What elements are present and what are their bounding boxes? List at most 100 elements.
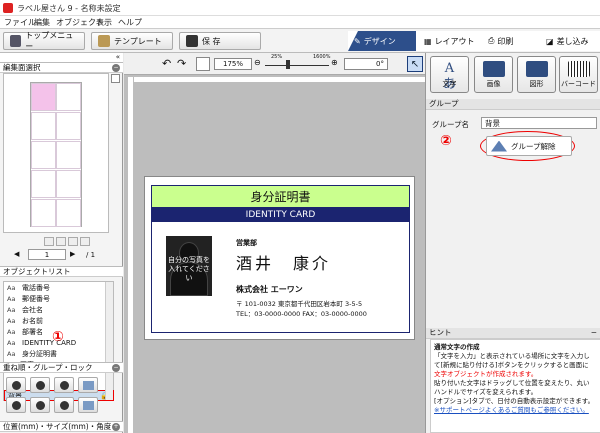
unlock-button[interactable]	[54, 397, 74, 413]
label-cell[interactable]	[31, 170, 56, 198]
canvas-area[interactable]: ↶ ↷ 175% ⊖ 25% 1600% ⊕ 0° ↖ 身分証明書 IDENTI…	[124, 53, 425, 433]
ungroup-icon	[83, 401, 94, 410]
page-thumbnail[interactable]	[30, 82, 82, 227]
send-backward-button[interactable]	[30, 397, 50, 413]
shape-button[interactable]: 図形	[517, 56, 556, 93]
list-item[interactable]: Aa お名前	[4, 316, 114, 327]
nav-last-icon[interactable]	[80, 237, 90, 246]
hint-line: [オプション]タブで、日付の自動表示設定ができます。	[434, 397, 595, 405]
menu-edit[interactable]: 編集	[34, 17, 50, 28]
zoom-thumbnail-icon[interactable]	[111, 74, 120, 83]
zoom-slider-thumb[interactable]	[286, 60, 290, 69]
ungroup-button[interactable]: グループ解除	[486, 136, 572, 156]
template-button[interactable]: テンプレート	[91, 32, 173, 50]
down-circle-icon	[36, 401, 45, 410]
ungroup-label: グループ解除	[511, 141, 556, 151]
pointer-tool-icon[interactable]: ↖	[407, 56, 423, 72]
save-icon	[186, 35, 198, 47]
rotation-select[interactable]: 0°	[344, 58, 388, 70]
collapse-icon[interactable]: −	[591, 328, 597, 338]
zoom-slider[interactable]	[265, 65, 329, 66]
hint-support-link[interactable]: ※サポートページよくあるご質問もご参照ください。	[434, 406, 597, 415]
lock-button[interactable]	[54, 377, 74, 393]
image-icon	[482, 61, 505, 77]
label-cell[interactable]	[56, 170, 81, 198]
barcode-icon	[567, 61, 590, 77]
save-button[interactable]: 保 存	[179, 32, 261, 50]
image-button[interactable]: 画像	[474, 56, 513, 93]
label-cell[interactable]	[31, 83, 56, 111]
title-bar: ラベル屋さん 9 - 名称未設定	[0, 0, 600, 16]
phone-fax[interactable]: TEL：03-0000-0000 FAX：03-0000-0000	[236, 308, 367, 318]
page-thumbnail-area[interactable]	[3, 73, 109, 233]
list-item[interactable]: Aa 会社名	[4, 305, 114, 316]
thumbnail-nav	[0, 237, 123, 249]
zoom-out-icon[interactable]: ⊖	[254, 58, 261, 67]
collapse-icon[interactable]: −	[112, 364, 120, 372]
list-item[interactable]: Aa 身分証明書	[4, 349, 114, 360]
text-button[interactable]: Aあ 文字	[430, 56, 469, 93]
nav-prev-icon[interactable]	[56, 237, 66, 246]
person-name[interactable]: 酒井 康介	[236, 250, 331, 274]
zoom-in-icon[interactable]: ⊕	[331, 58, 338, 67]
menu-file[interactable]: ファイル	[4, 17, 36, 28]
label-cell[interactable]	[56, 112, 81, 140]
menu-help[interactable]: ヘルプ	[118, 17, 142, 28]
card-title[interactable]: 身分証明書	[152, 186, 409, 208]
bring-forward-button[interactable]	[30, 377, 50, 393]
page-prev-icon[interactable]: ◀	[14, 250, 19, 258]
collapse-icon[interactable]: −	[112, 64, 120, 72]
tab-layout[interactable]: ▦ レイアウト	[418, 31, 480, 51]
bring-front-button[interactable]	[6, 377, 26, 393]
tab-merge[interactable]: ◪ 差し込み	[540, 31, 600, 51]
list-item[interactable]: Aa 郵便番号	[4, 294, 114, 305]
text-object-icon: Aa	[7, 317, 16, 325]
hint-panel: 通常文字の作成 「文字を入力」と表示されている場所に文字を入力し て[新規に貼り…	[430, 339, 600, 433]
label-cell[interactable]	[31, 112, 56, 140]
fit-icon[interactable]	[196, 57, 210, 71]
tab-print-label: 印刷	[497, 36, 514, 46]
list-item-label: 部署名	[22, 328, 43, 336]
label-cell[interactable]	[31, 141, 56, 169]
nav-first-icon[interactable]	[44, 237, 54, 246]
barcode-button[interactable]: バーコード	[559, 56, 598, 93]
left-panel-top: «	[0, 53, 123, 62]
text-object-icon: Aa	[7, 306, 16, 314]
label-cell[interactable]	[56, 199, 81, 227]
hint-header: ヒント −	[426, 328, 600, 339]
merge-icon: ◪	[546, 36, 554, 46]
page-number-field[interactable]: 1	[28, 249, 66, 260]
tab-design[interactable]: ✎ デザイン	[348, 31, 416, 51]
ungroup-small-button[interactable]	[78, 397, 98, 413]
group-name-input[interactable]: 背景	[481, 117, 597, 129]
collapse-left-icon[interactable]: «	[116, 53, 120, 61]
photo-placeholder[interactable]: 自分の写真を 入れてください	[166, 236, 212, 296]
nav-next-icon[interactable]	[68, 237, 78, 246]
department[interactable]: 営業部	[236, 238, 257, 248]
top-menu-button[interactable]: トップメニュー	[3, 31, 85, 51]
redo-icon[interactable]: ↷	[177, 57, 186, 70]
undo-icon[interactable]: ↶	[162, 57, 171, 70]
label-cell[interactable]	[56, 83, 81, 111]
zoom-select[interactable]: 175%	[214, 58, 252, 70]
main-toolbar: トップメニュー テンプレート 保 存 ✎ デザイン ▦ レイアウト ⎙ 印刷 ◪…	[0, 29, 600, 53]
id-card-label[interactable]: 身分証明書 IDENTITY CARD 自分の写真を 入れてください 営業部 酒…	[144, 176, 415, 340]
company-name[interactable]: 株式会社 エーワン	[236, 284, 303, 295]
expand-icon[interactable]: +	[112, 423, 120, 431]
page-next-icon[interactable]: ▶	[70, 250, 75, 258]
group-button[interactable]	[78, 377, 98, 393]
menu-view[interactable]: 表示	[96, 17, 112, 28]
shape-button-label: 図形	[529, 80, 544, 88]
list-item-label: 会社名	[22, 306, 43, 314]
card-subtitle[interactable]: IDENTITY CARD	[152, 208, 409, 222]
address[interactable]: 〒 101-0032 東京都千代田区岩本町 3-5-5	[236, 298, 408, 308]
group-name-label: グループ名	[432, 120, 470, 129]
text-object-icon: Aa	[7, 295, 16, 303]
send-back-button[interactable]	[6, 397, 26, 413]
up-circle-icon	[12, 381, 21, 390]
tab-print[interactable]: ⎙ 印刷	[482, 31, 538, 51]
list-item[interactable]: Aa 電話番号	[4, 283, 114, 294]
shape-icon	[525, 61, 548, 77]
label-cell[interactable]	[31, 199, 56, 227]
label-cell[interactable]	[56, 141, 81, 169]
